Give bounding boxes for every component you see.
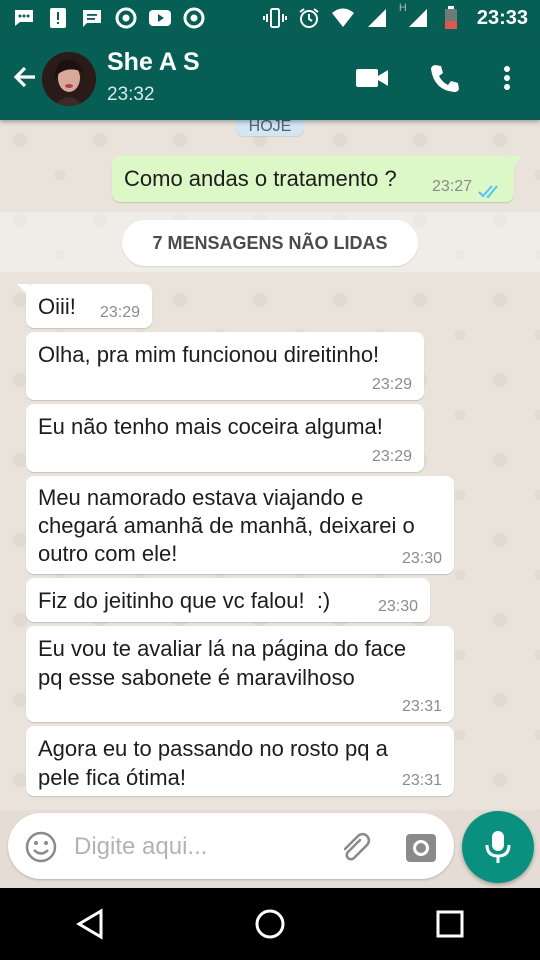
vibrate-icon	[262, 6, 287, 30]
contact-last-seen: 23:32	[107, 84, 155, 105]
message-time: 23:31	[401, 772, 442, 789]
emoji-button[interactable]	[24, 830, 58, 864]
bubble-tail	[17, 284, 29, 296]
status-bar-notifications	[12, 6, 206, 30]
home-icon	[255, 909, 285, 939]
status-bar: H 23:33	[0, 0, 540, 36]
unread-messages-label: 7 MENSAGENS NÃO LIDAS	[122, 220, 418, 266]
incoming-message[interactable]: Olha, pra mim funcionou direitinho! 23:2…	[26, 332, 424, 400]
video-call-button[interactable]	[352, 60, 392, 100]
microphone-icon	[485, 831, 511, 863]
message-time: 23:30	[401, 550, 442, 567]
camera-button[interactable]	[404, 831, 438, 865]
message-text: Olha, pra mim funcionou direitinho!	[38, 342, 380, 367]
incoming-message[interactable]: Agora eu to passando no rosto pq a pele …	[26, 726, 454, 796]
phone-icon	[429, 63, 459, 98]
nav-back-button[interactable]	[60, 894, 120, 954]
message-text: Agora eu to passando no rosto pq a pele …	[38, 736, 388, 790]
alarm-icon	[297, 6, 321, 30]
attach-button[interactable]	[338, 831, 372, 865]
message-time: 23:27	[431, 178, 472, 195]
status-bar-clock: 23:33	[476, 6, 528, 29]
message-text: Eu vou te avaliar lá na página do face p…	[38, 636, 407, 690]
paperclip-icon	[343, 832, 371, 861]
incoming-message[interactable]: Meu namorado estava viajando e chegará a…	[26, 476, 454, 574]
nav-recents-button[interactable]	[420, 894, 480, 954]
incoming-message[interactable]: Eu não tenho mais coceira alguma! 23:29	[26, 404, 424, 472]
recents-icon	[436, 910, 464, 938]
youtube-icon	[148, 6, 172, 30]
message-composer	[8, 813, 454, 879]
video-call-icon	[355, 66, 389, 95]
more-vert-icon	[503, 65, 511, 96]
signal-h-icon: H	[399, 2, 429, 30]
message-text: Meu namorado estava viajando e chegará a…	[38, 485, 415, 566]
back-button[interactable]	[8, 62, 42, 96]
more-options-button[interactable]	[487, 60, 527, 100]
chat-header: She A S 23:32	[0, 36, 540, 120]
status-bar-system: H 23:33	[262, 2, 528, 30]
camera-icon	[406, 834, 436, 862]
message-time: 23:30	[377, 598, 418, 615]
alert-icon	[46, 6, 70, 30]
contact-avatar[interactable]	[42, 52, 96, 106]
message-input[interactable]	[72, 826, 316, 868]
system-navigation-bar	[0, 888, 540, 960]
message-time: 23:29	[371, 448, 412, 465]
battery-icon	[439, 6, 463, 30]
incoming-message[interactable]: Fiz do jeitinho que vc falou! :) 23:30	[26, 578, 430, 622]
message-time: 23:29	[99, 304, 140, 321]
incoming-message[interactable]: Oiii! 23:29	[17, 284, 152, 328]
double-check-icon	[478, 178, 502, 199]
message-time: 23:29	[371, 376, 412, 393]
back-icon	[76, 908, 103, 940]
message-text: Fiz do jeitinho que vc falou! :)	[38, 588, 331, 613]
message-time: 23:31	[401, 698, 442, 715]
arrow-back-icon	[11, 63, 39, 96]
emoji-icon	[25, 831, 57, 863]
chrome-icon	[114, 6, 138, 30]
network-type-label: H	[398, 2, 407, 14]
contact-name[interactable]: She A S	[107, 48, 200, 77]
wifi-icon	[331, 6, 355, 30]
unread-messages-divider: 7 MENSAGENS NÃO LIDAS	[0, 212, 540, 272]
conversation-area[interactable]: HOJE Como andas o tratamento ? 23:27 7 M…	[0, 120, 540, 810]
chrome-icon	[182, 6, 206, 30]
voice-call-button[interactable]	[424, 60, 464, 100]
sms-icon	[80, 6, 104, 30]
incoming-message[interactable]: Eu vou te avaliar lá na página do face p…	[26, 626, 454, 722]
voice-message-button[interactable]	[462, 811, 534, 883]
message-text: Eu não tenho mais coceira alguma!	[38, 414, 383, 439]
message-bubble-icon	[12, 6, 36, 30]
date-separator: HOJE	[236, 120, 304, 136]
outgoing-message[interactable]: Como andas o tratamento ? 23:27	[112, 156, 523, 202]
bubble-tail	[511, 156, 523, 168]
nav-home-button[interactable]	[240, 894, 300, 954]
signal-icon	[365, 6, 389, 30]
